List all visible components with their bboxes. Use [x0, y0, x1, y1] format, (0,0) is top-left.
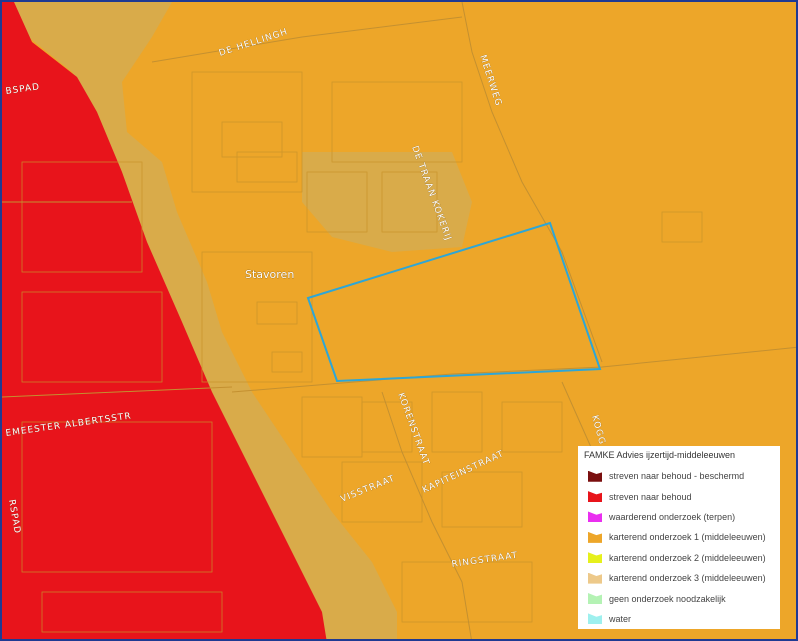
map-frame[interactable]: DE HELLINGH BSPAD MEERWEG DE TRAAN KOKER… — [0, 0, 798, 641]
legend-item: karterend onderzoek 2 (middeleeuwen) — [582, 548, 776, 568]
legend-swatch — [588, 531, 602, 543]
legend-title: FAMKE Advies ijzertijd-middeleeuwen — [584, 450, 736, 460]
legend-swatch — [588, 511, 602, 523]
place-label-stavoren: Stavoren — [245, 268, 294, 281]
legend-label: streven naar behoud — [609, 491, 692, 502]
legend-swatch — [588, 491, 602, 503]
legend-label: karterend onderzoek 2 (middeleeuwen) — [609, 552, 766, 563]
legend-swatch — [588, 613, 602, 625]
legend-label: karterend onderzoek 1 (middeleeuwen) — [609, 532, 766, 543]
legend-label: karterend onderzoek 3 (middeleeuwen) — [609, 573, 766, 584]
legend-swatch — [588, 552, 602, 564]
legend-panel: FAMKE Advies ijzertijd-middeleeuwen stre… — [578, 446, 780, 629]
legend-label: water — [609, 613, 632, 624]
legend-swatch — [588, 470, 602, 482]
legend-label: streven naar behoud - beschermd — [609, 471, 745, 482]
legend-label: waarderend onderzoek (terpen) — [609, 511, 736, 522]
legend-item: streven naar behoud - beschermd — [582, 466, 776, 486]
legend-item: karterend onderzoek 3 (middeleeuwen) — [582, 568, 776, 588]
legend-item: karterend onderzoek 1 (middeleeuwen) — [582, 527, 776, 547]
legend-item: geen onderzoek noodzakelijk — [582, 588, 776, 608]
legend-items: streven naar behoud - beschermd streven n… — [582, 466, 776, 629]
legend-label: geen onderzoek noodzakelijk — [609, 593, 726, 604]
legend-swatch — [588, 593, 602, 605]
legend-item: waarderend onderzoek (terpen) — [582, 507, 776, 527]
legend-item: water — [582, 609, 776, 629]
legend-item: streven naar behoud — [582, 486, 776, 506]
legend-swatch — [588, 572, 602, 584]
